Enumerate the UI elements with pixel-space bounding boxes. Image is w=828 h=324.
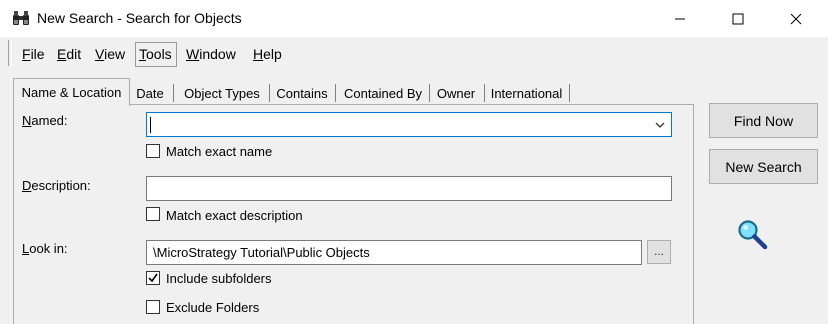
close-icon [790,13,802,24]
magnifier-icon [738,220,768,250]
exclude-folders-checkbox[interactable] [146,300,160,314]
include-subfolders-checkbox[interactable] [146,271,160,285]
match-exact-name-checkbox[interactable] [146,144,160,158]
exclude-folders-label[interactable]: Exclude Folders [166,300,259,315]
minimize-button[interactable] [651,0,709,37]
named-label: Named: [22,113,68,128]
minimize-icon [675,18,685,19]
tab-date[interactable]: Date [131,82,169,104]
description-input[interactable] [146,176,672,201]
maximize-icon [732,13,744,24]
tab-object-types[interactable]: Object Types [176,82,268,104]
tab-international[interactable]: International [487,82,566,104]
close-button[interactable] [767,0,825,37]
tab-name-location[interactable]: Name & Location [13,78,130,106]
tab-contains[interactable]: Contains [271,82,333,104]
look-in-label: Look in: [22,241,68,256]
binoculars-icon [12,10,30,26]
tab-separator [429,84,430,102]
tab-contained-by[interactable]: Contained By [338,82,428,104]
menu-view[interactable]: View [95,46,125,62]
named-combobox[interactable] [146,112,672,137]
checkmark-icon [148,273,158,283]
chevron-down-icon[interactable] [655,121,665,129]
find-now-button[interactable]: Find Now [709,103,818,138]
tab-panel [13,104,694,324]
title-bar: New Search - Search for Objects [0,0,828,37]
match-exact-description-label[interactable]: Match exact description [166,208,303,223]
new-search-button[interactable]: New Search [709,149,818,184]
description-label: Description: [22,178,91,193]
menu-file[interactable]: File [22,46,45,62]
menu-help[interactable]: Help [253,46,282,62]
window-title: New Search - Search for Objects [37,10,242,26]
tab-separator [484,84,485,102]
include-subfolders-label[interactable]: Include subfolders [166,271,272,286]
tab-separator [173,84,174,102]
look-in-input[interactable]: \MicroStrategy Tutorial\Public Objects [146,240,642,265]
text-caret [150,117,151,133]
tab-separator [269,84,270,102]
menu-tools[interactable]: Tools [139,46,172,62]
browse-button[interactable]: ... [647,240,671,264]
tab-separator [335,84,336,102]
match-exact-description-checkbox[interactable] [146,207,160,221]
match-exact-name-label[interactable]: Match exact name [166,144,272,159]
tab-separator [569,84,570,102]
menu-edit[interactable]: Edit [57,46,81,62]
menu-grip[interactable] [8,40,12,66]
tab-owner[interactable]: Owner [431,82,481,104]
maximize-button[interactable] [709,0,767,37]
menu-window[interactable]: Window [186,46,236,62]
